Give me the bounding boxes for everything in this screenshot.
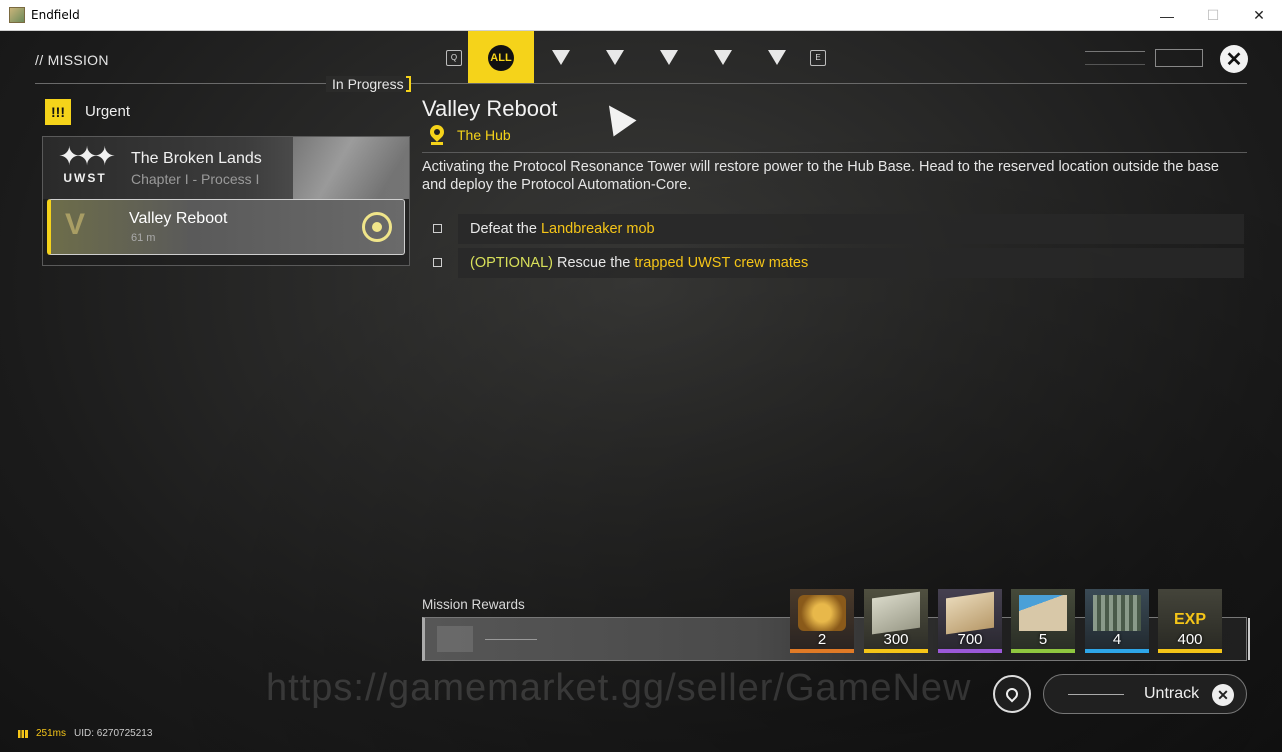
- reward-item[interactable]: EXP 400: [1158, 589, 1222, 653]
- exp-card-icon: [1019, 595, 1067, 631]
- reward-item[interactable]: 700: [938, 589, 1002, 653]
- mission-description: Activating the Protocol Resonance Tower …: [422, 159, 1219, 193]
- optional-tag: (OPTIONAL): [470, 255, 553, 271]
- misc-mission-icon: [768, 50, 786, 65]
- untrack-label: Untrack: [1144, 685, 1200, 702]
- divider: [422, 152, 1247, 153]
- rewards-label: Mission Rewards: [422, 597, 525, 612]
- objective-target: trapped UWST crew mates: [634, 255, 809, 271]
- objective-item: (OPTIONAL) Rescue the trapped UWST crew …: [458, 248, 1244, 278]
- cursor-icon: [597, 97, 637, 137]
- untrack-button[interactable]: Untrack ✕: [1043, 674, 1247, 714]
- exp-icon: EXP: [1173, 611, 1206, 628]
- window-controls: — ☐ ✕: [1144, 0, 1282, 31]
- tab-misc-mission[interactable]: [750, 31, 804, 84]
- mission-location: The Hub: [457, 127, 511, 143]
- map-button[interactable]: [993, 675, 1031, 713]
- close-icon[interactable]: ✕: [1220, 45, 1248, 73]
- close-icon: ✕: [1212, 684, 1234, 706]
- divider: [35, 83, 1247, 84]
- objective-item: Defeat the Landbreaker mob: [458, 214, 1244, 244]
- mission-title: Valley Reboot: [422, 96, 558, 121]
- key-hint-prev: Q: [446, 49, 462, 66]
- objective-target: Landbreaker mob: [540, 221, 655, 237]
- window-title: Endfield: [31, 8, 80, 22]
- tab-all[interactable]: ALL: [468, 31, 534, 84]
- minimize-button[interactable]: —: [1144, 0, 1190, 31]
- mission-filter-tabs: Q ALL E: [440, 31, 832, 84]
- status-bar: 251ms UID: 6270725213: [18, 728, 152, 739]
- chapter-header[interactable]: ✦✦✦ UWST The Broken Lands Chapter I - Pr…: [43, 137, 409, 199]
- urgent-icon: !!!: [45, 99, 71, 125]
- tab-main-mission[interactable]: [534, 31, 588, 84]
- signal-icon: [18, 729, 28, 738]
- chapter-art: [293, 137, 409, 199]
- key-hint-next: E: [810, 49, 826, 66]
- uwst-logo-icon: ✦✦✦ UWST: [58, 141, 115, 185]
- reward-item[interactable]: 5: [1011, 589, 1075, 653]
- in-progress-label: In Progress: [326, 76, 410, 92]
- gem-crate-icon: [798, 595, 846, 631]
- event-mission-icon: [714, 50, 732, 65]
- game-viewport: // MISSION Q ALL E ✕ In Progress !!! Urg…: [0, 31, 1282, 752]
- objective-checkbox: [433, 258, 442, 267]
- map-pin-icon: [1003, 685, 1021, 703]
- mission-item-distance: 61 m: [131, 232, 156, 244]
- mission-list-item[interactable]: V Valley Reboot 61 m: [47, 199, 405, 255]
- section-title: // MISSION: [35, 52, 109, 68]
- mission-emblem-icon: V: [65, 208, 86, 241]
- hud-decoration: [1155, 49, 1203, 67]
- alert-mission-icon: [660, 50, 678, 65]
- crate-icon: [437, 626, 473, 652]
- group-label: Urgent: [85, 103, 131, 120]
- uid-value: UID: 6270725213: [74, 728, 153, 739]
- ticket-bundle-icon: [872, 591, 920, 635]
- mission-item-title: Valley Reboot: [129, 210, 228, 227]
- maximize-button[interactable]: ☐: [1190, 0, 1236, 31]
- chapter-title: The Broken Lands: [131, 150, 262, 167]
- chapter-subtitle: Chapter I - Process I: [131, 171, 260, 187]
- main-mission-icon: [552, 50, 570, 65]
- watermark: https://gamemarket.gg/seller/GameNew: [266, 667, 972, 709]
- hud-decoration: [1085, 51, 1145, 65]
- tab-event-mission[interactable]: [696, 31, 750, 84]
- bracket-decoration: [406, 76, 411, 92]
- close-window-button[interactable]: ✕: [1236, 0, 1282, 31]
- chapter-card: ✦✦✦ UWST The Broken Lands Chapter I - Pr…: [42, 136, 410, 266]
- tracking-icon[interactable]: [362, 212, 392, 242]
- reward-item[interactable]: 4: [1085, 589, 1149, 653]
- component-icon: [1093, 595, 1141, 631]
- voucher-icon: [946, 591, 994, 635]
- window-titlebar: Endfield — ☐ ✕: [0, 0, 1282, 31]
- reward-item[interactable]: 2: [790, 589, 854, 653]
- reward-item[interactable]: 300: [864, 589, 928, 653]
- tab-side-mission[interactable]: [588, 31, 642, 84]
- objective-checkbox: [433, 224, 442, 233]
- ping-value: 251ms: [36, 728, 67, 739]
- side-mission-icon: [606, 50, 624, 65]
- tab-alert-mission[interactable]: [642, 31, 696, 84]
- app-icon: [9, 7, 25, 23]
- tab-all-label: ALL: [488, 44, 514, 71]
